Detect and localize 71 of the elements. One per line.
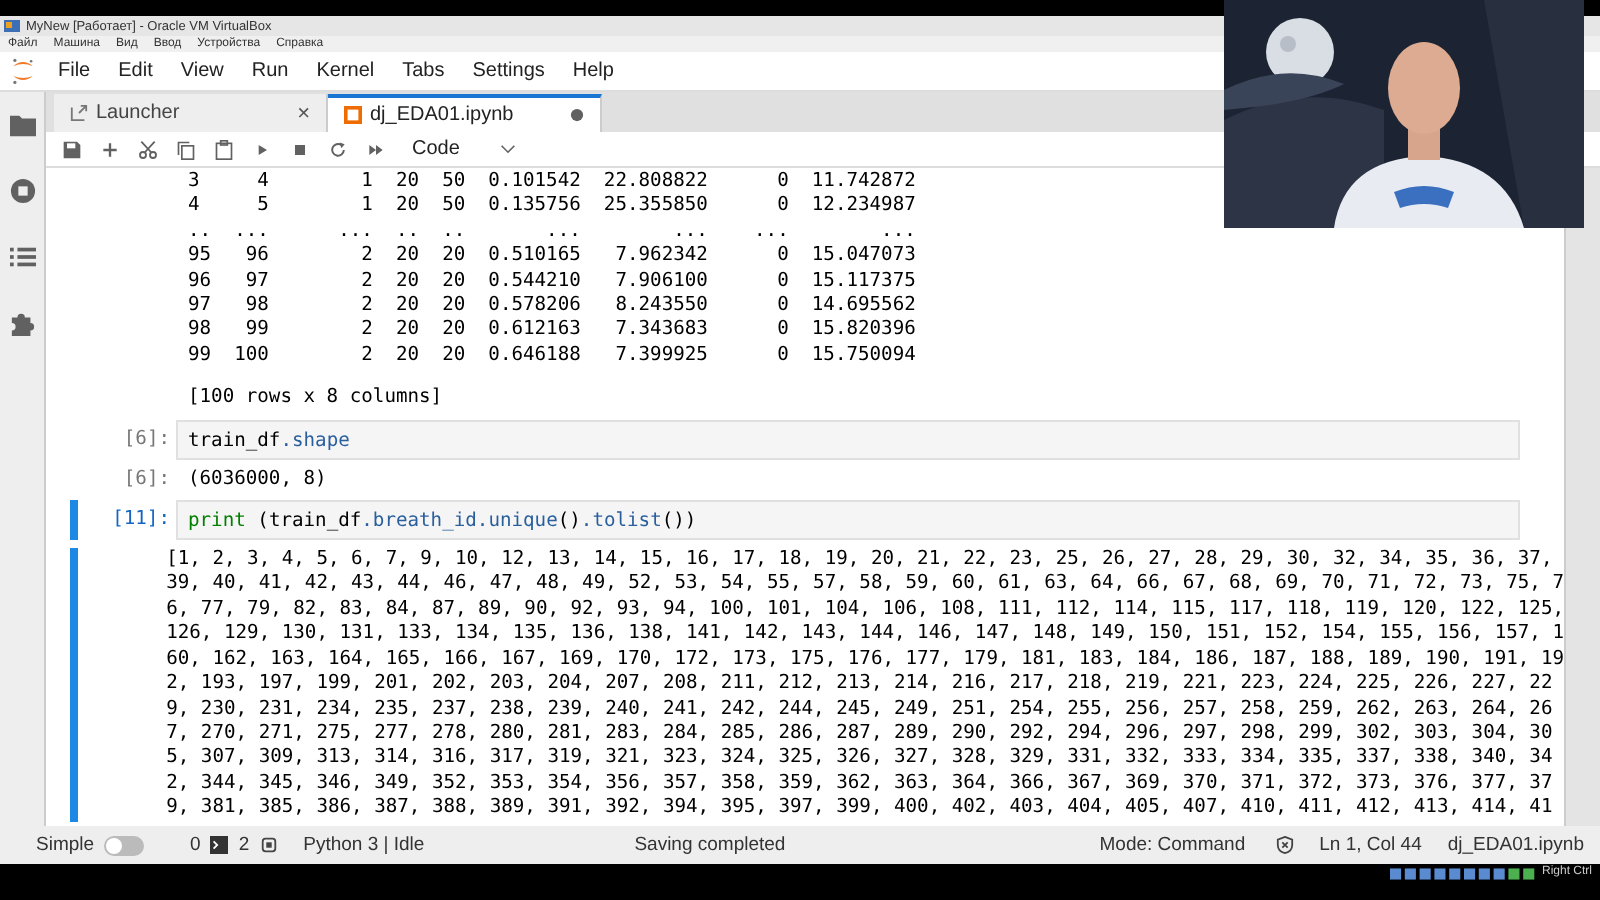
unsaved-dot-icon[interactable] xyxy=(570,108,584,122)
output-line: 9, 381, 385, 386, 387, 388, 389, 391, 392, 394, 395, 397, 399, 400, 402, 403, 404, 405, 407, 410, 411, 412, 413, 414, 41 xyxy=(166,796,1555,822)
copy-icon[interactable] xyxy=(176,139,196,159)
code-cell[interactable]: print (train_df.breath_id.unique().tolist()) xyxy=(176,500,1520,541)
output-line: 3 4 1 20 50 0.101542 22.808822 0 11.742872 xyxy=(188,170,916,195)
output-line: 2, 344, 345, 346, 349, 352, 353, 354, 356, 357, 358, 359, 362, 363, 364, 366, 367, 369, 370, 371, 372, 373, 376, 377, 37 xyxy=(166,771,1555,797)
output-line: 39, 40, 41, 42, 43, 44, 46, 47, 48, 49, 52, 53, 54, 55, 57, 58, 59, 60, 61, 63, 64, 66, 67, 68, 69, 70, 71, 72, 73, 75, 7 xyxy=(166,572,1564,598)
cell-prompt: [6]: xyxy=(123,427,170,450)
output-line: 99 100 2 20 20 0.646188 7.399925 0 15.750094 xyxy=(188,343,916,369)
output-line: 5, 307, 309, 313, 314, 316, 317, 319, 321, 323, 324, 325, 326, 327, 328, 329, 331, 332, 333, 334, 335, 337, 338, 340, 34 xyxy=(166,746,1555,772)
terminal-count: 0 xyxy=(190,834,201,856)
tab[interactable]: Launcher × xyxy=(54,94,328,132)
tab[interactable]: dj_EDA01.ipynb xyxy=(328,94,602,132)
menu-item[interactable]: Settings xyxy=(472,60,545,82)
output-line: 98 99 2 20 20 0.612163 7.343683 0 15.820396 xyxy=(188,318,916,344)
kernel-count: 2 xyxy=(238,834,250,856)
output-line: 60, 162, 163, 164, 165, 166, 167, 169, 170, 172, 173, 175, 176, 177, 179, 181, 183, 184, 186, 187, 188, 189, 190, 191, 19 xyxy=(166,647,1564,673)
mode-status: Mode: Command xyxy=(1099,834,1246,856)
menu-item[interactable]: Edit xyxy=(118,60,153,82)
caret-icon xyxy=(499,144,516,154)
menu-item[interactable]: Kernel xyxy=(316,60,375,82)
output-line: 95 96 2 20 20 0.510165 7.962342 0 15.047073 xyxy=(188,244,916,270)
paste-icon[interactable] xyxy=(214,139,234,159)
cursor-position: Ln 1, Col 44 xyxy=(1319,834,1422,856)
mode-label: Simple xyxy=(36,834,95,856)
output-line: 7, 270, 271, 275, 277, 278, 280, 281, 283, 284, 285, 286, 287, 289, 290, 292, 294, 296, 297, 298, 299, 302, 303, 304, 30 xyxy=(166,721,1555,747)
menu-item[interactable]: Help xyxy=(572,60,614,82)
output-line: 126, 129, 130, 131, 133, 134, 135, 136, 138, 141, 142, 143, 144, 146, 147, 148, 149, 150, 151, 152, 154, 155, 156, 157, 1 xyxy=(166,622,1564,648)
close-button[interactable]: × xyxy=(297,101,310,125)
cell-prompt: [6]: xyxy=(123,467,170,490)
stop-circle-icon[interactable] xyxy=(9,178,35,204)
chip-icon[interactable] xyxy=(259,836,278,854)
menu-item[interactable]: File xyxy=(58,60,91,82)
output-line: [100 rows x 8 columns] xyxy=(188,386,445,412)
stop-icon[interactable] xyxy=(290,139,310,159)
simple-toggle[interactable] xyxy=(104,835,145,855)
scrollbar[interactable] xyxy=(1564,168,1600,826)
folder-icon[interactable] xyxy=(9,112,35,138)
output-line: [1, 2, 3, 4, 5, 6, 7, 9, 10, 12, 13, 14, 15, 16, 17, 18, 19, 20, 21, 22, 23, 25, 26, 27, 28, 29, 30, 32, 34, 35, 36, 37, xyxy=(166,548,1555,573)
puzzle-icon[interactable] xyxy=(9,310,35,336)
cell-prompt: [11]: xyxy=(112,508,170,531)
scissors-icon[interactable] xyxy=(138,139,158,159)
output-line: 96 97 2 20 20 0.544210 7.906100 0 15.117375 xyxy=(188,269,916,295)
list-icon[interactable] xyxy=(9,244,35,270)
menu-item[interactable]: View xyxy=(180,60,224,82)
output-line: 2, 193, 197, 199, 201, 202, 203, 204, 207, 208, 211, 212, 213, 214, 216, 217, 218, 219, 221, 223, 224, 225, 226, 227, 22 xyxy=(166,672,1555,697)
active-cell-marker[interactable] xyxy=(70,500,78,541)
output-line: .. ... ... .. .. ... ... ... ... xyxy=(188,219,916,245)
status-message: Saving completed xyxy=(634,834,786,856)
output-line: 97 98 2 20 20 0.578206 8.243550 0 14.695562 xyxy=(188,294,916,319)
output-line: 6, 77, 79, 82, 83, 84, 87, 89, 90, 92, 93, 94, 100, 101, 104, 106, 108, 111, 112, 114, 115, 117, 118, 119, 120, 122, 125, xyxy=(166,597,1564,623)
fast-forward-icon[interactable] xyxy=(366,139,386,159)
cell-type-dropdown[interactable]: Code xyxy=(412,138,516,160)
restart-icon[interactable] xyxy=(328,139,348,159)
menu-item[interactable]: Run xyxy=(251,60,289,82)
file-name: dj_EDA01.ipynb xyxy=(1447,834,1584,856)
terminal-icon[interactable] xyxy=(210,836,229,854)
menu-item[interactable]: Tabs xyxy=(402,60,445,82)
save-icon[interactable] xyxy=(62,139,82,159)
output-line: 9, 230, 231, 234, 235, 237, 238, 239, 240, 241, 242, 244, 245, 249, 251, 254, 255, 256, 257, 258, 259, 262, 263, 264, 26 xyxy=(166,697,1555,722)
active-cell-marker[interactable] xyxy=(70,548,78,822)
plus-icon[interactable] xyxy=(100,139,120,159)
output-line: 4 5 1 20 50 0.135756 25.355850 0 12.234987 xyxy=(188,194,916,220)
code-cell[interactable]: train_df.shape xyxy=(176,419,1520,460)
jupyter-logo xyxy=(10,56,36,86)
launch-icon xyxy=(70,104,88,122)
kernel-status[interactable]: Python 3 | Idle xyxy=(303,834,425,856)
app-icon xyxy=(4,18,20,34)
output-line: (6036000, 8) xyxy=(188,467,327,493)
shield-icon[interactable] xyxy=(1275,836,1294,854)
notebook-icon xyxy=(344,106,362,124)
